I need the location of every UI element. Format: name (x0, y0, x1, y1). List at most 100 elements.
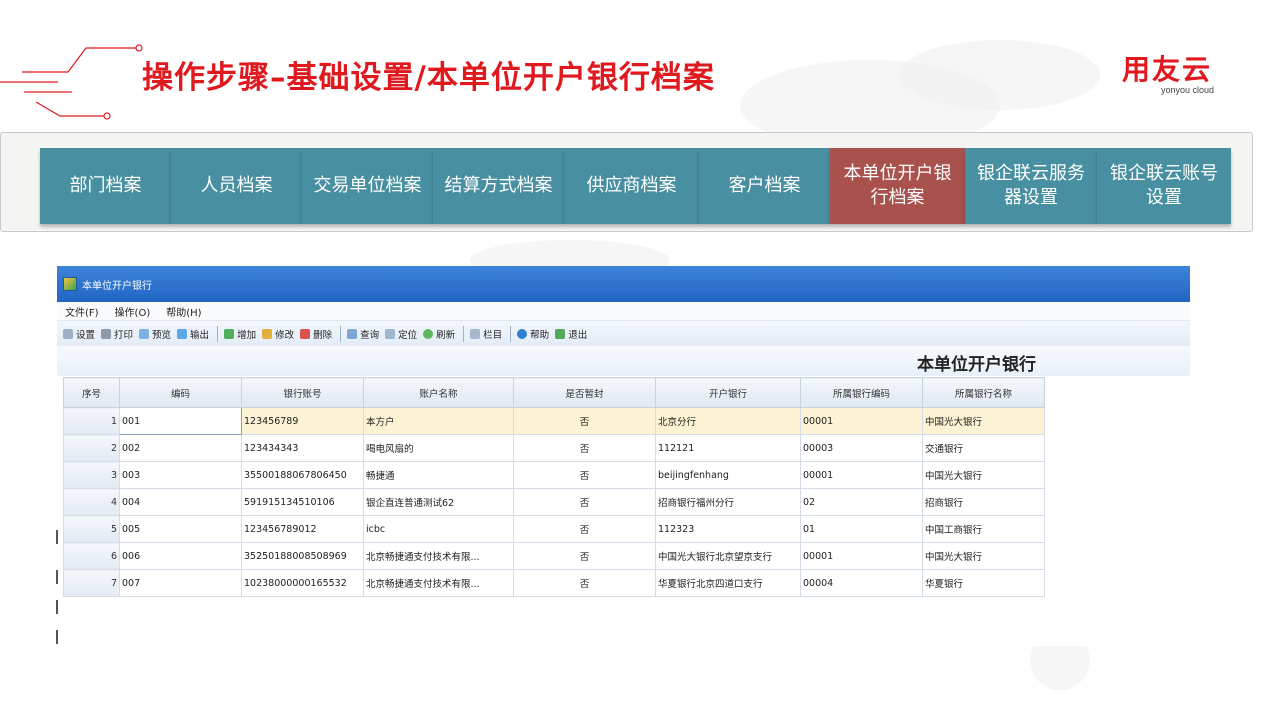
table-cell[interactable]: 交通银行 (922, 434, 1045, 462)
table-cell[interactable]: 00004 (800, 569, 923, 597)
table-cell[interactable]: 否 (513, 515, 656, 543)
tab-own-bank-account[interactable]: 本单位开户银行档案 (830, 148, 965, 224)
tab-department[interactable]: 部门档案 (40, 148, 171, 224)
tab-trading-unit[interactable]: 交易单位档案 (302, 148, 433, 224)
menu-operation[interactable]: 操作(O) (115, 304, 151, 319)
column-header[interactable]: 序号 (63, 377, 120, 408)
table-cell[interactable]: 北京畅捷通支付技术有限... (363, 542, 514, 570)
tab-bank-cloud-account[interactable]: 银企联云账号设置 (1097, 148, 1231, 224)
columns-button[interactable]: 栏目 (470, 327, 502, 341)
table-cell[interactable]: 002 (119, 434, 242, 462)
table-cell[interactable]: 005 (119, 515, 242, 543)
table-cell[interactable]: 否 (513, 434, 656, 462)
print-button[interactable]: 打印 (101, 327, 133, 341)
refresh-button[interactable]: 刷新 (423, 327, 455, 341)
table-row[interactable]: 1 001 123456789 本方户 否 北京分行 00001 中国光大银行 (63, 407, 1045, 435)
edit-icon (262, 329, 273, 339)
table-row[interactable]: 4 004 591915134510106 银企直连普通测试62 否 招商银行福… (63, 488, 1045, 516)
table-cell[interactable]: 00003 (800, 434, 923, 462)
column-header[interactable]: 所属银行名称 (922, 377, 1045, 408)
table-cell[interactable]: 007 (119, 569, 242, 597)
table-cell[interactable]: 中国光大银行北京望京支行 (655, 542, 801, 570)
delete-button[interactable]: 删除 (300, 327, 332, 341)
row-number: 7 (63, 569, 120, 597)
table-cell[interactable]: 001 (119, 407, 242, 435)
locate-button[interactable]: 定位 (385, 327, 417, 341)
table-cell[interactable]: 华夏银行北京四道口支行 (655, 569, 801, 597)
table-cell[interactable]: 中国光大银行 (922, 542, 1045, 570)
table-cell[interactable]: beijingfenhang (655, 461, 801, 489)
table-row[interactable]: 7 007 10238000000165532 北京畅捷通支付技术有限... 否… (63, 569, 1045, 597)
table-row[interactable]: 3 003 35500188067806450 畅捷通 否 beijingfen… (63, 461, 1045, 489)
edit-button[interactable]: 修改 (262, 327, 294, 341)
logo-subtext: yonyou cloud (1160, 85, 1214, 95)
table-cell[interactable]: 否 (513, 488, 656, 516)
add-button[interactable]: 增加 (224, 327, 256, 341)
menu-file[interactable]: 文件(F) (65, 304, 99, 319)
table-cell[interactable]: 喝电风扇的 (363, 434, 514, 462)
table-cell[interactable]: 银企直连普通测试62 (363, 488, 514, 516)
table-cell[interactable]: 35250188008508969 (241, 542, 364, 570)
column-header[interactable]: 所属银行编码 (800, 377, 923, 408)
table-cell[interactable]: 01 (800, 515, 923, 543)
table-cell[interactable]: 北京分行 (655, 407, 801, 435)
help-button[interactable]: 帮助 (517, 327, 549, 341)
table-cell[interactable]: 否 (513, 461, 656, 489)
table-cell[interactable]: 00001 (800, 542, 923, 570)
table-row[interactable]: 6 006 35250188008508969 北京畅捷通支付技术有限... 否… (63, 542, 1045, 570)
table-cell[interactable]: 112323 (655, 515, 801, 543)
column-header[interactable]: 账户名称 (363, 377, 514, 408)
menu-help[interactable]: 帮助(H) (166, 304, 201, 319)
table-cell[interactable]: icbc (363, 515, 514, 543)
tab-customer[interactable]: 客户档案 (699, 148, 830, 224)
tab-personnel[interactable]: 人员档案 (171, 148, 302, 224)
locate-icon (385, 329, 396, 339)
table-cell[interactable]: 00001 (800, 461, 923, 489)
column-header[interactable]: 编码 (119, 377, 242, 408)
table-cell[interactable]: 招商银行 (922, 488, 1045, 516)
table-row[interactable]: 2 002 123434343 喝电风扇的 否 112121 00003 交通银… (63, 434, 1045, 462)
table-cell[interactable]: 112121 (655, 434, 801, 462)
content-area: 本单位开户银行 序号 编码 银行账号 账户名称 是否暂封 开户银行 所属银行编码… (57, 346, 1190, 646)
column-header[interactable]: 银行账号 (241, 377, 364, 408)
settings-button[interactable]: 设置 (63, 327, 95, 341)
table-cell[interactable]: 123456789012 (241, 515, 364, 543)
table-cell[interactable]: 招商银行福州分行 (655, 488, 801, 516)
toolbar: 设置 打印 预览 输出 增加 修改 删除 查询 定位 刷新 栏目 帮助 退出 (57, 321, 1190, 348)
table-cell[interactable]: 中国光大银行 (922, 407, 1045, 435)
window-title: 本单位开户银行 (82, 280, 152, 292)
column-header[interactable]: 开户银行 (655, 377, 801, 408)
tab-supplier[interactable]: 供应商档案 (564, 148, 699, 224)
table-cell[interactable]: 否 (513, 569, 656, 597)
search-button[interactable]: 查询 (347, 327, 379, 341)
table-cell[interactable]: 否 (513, 542, 656, 570)
table-cell[interactable]: 004 (119, 488, 242, 516)
export-button[interactable]: 输出 (177, 327, 209, 341)
table-cell[interactable]: 02 (800, 488, 923, 516)
brand-logo: 用友云 yonyou cloud (1122, 55, 1222, 96)
bank-account-table: 序号 编码 银行账号 账户名称 是否暂封 开户银行 所属银行编码 所属银行名称 … (63, 377, 1045, 597)
page-title: 操作步骤–基础设置/本单位开户银行档案 (142, 60, 715, 96)
exit-button[interactable]: 退出 (555, 327, 587, 341)
table-cell[interactable]: 35500188067806450 (241, 461, 364, 489)
table-cell[interactable]: 华夏银行 (922, 569, 1045, 597)
tab-settlement[interactable]: 结算方式档案 (433, 148, 564, 224)
table-cell[interactable]: 591915134510106 (241, 488, 364, 516)
table-cell[interactable]: 006 (119, 542, 242, 570)
preview-button[interactable]: 预览 (139, 327, 171, 341)
table-cell[interactable]: 00001 (800, 407, 923, 435)
table-cell[interactable]: 123456789 (241, 407, 364, 435)
table-cell[interactable]: 畅捷通 (363, 461, 514, 489)
table-row[interactable]: 5 005 123456789012 icbc 否 112323 01 中国工商… (63, 515, 1045, 543)
table-cell[interactable]: 本方户 (363, 407, 514, 435)
search-icon (347, 329, 358, 339)
table-cell[interactable]: 003 (119, 461, 242, 489)
column-header[interactable]: 是否暂封 (513, 377, 656, 408)
tab-bank-cloud-server[interactable]: 银企联云服务器设置 (965, 148, 1097, 224)
table-cell[interactable]: 中国工商银行 (922, 515, 1045, 543)
table-cell[interactable]: 中国光大银行 (922, 461, 1045, 489)
table-cell[interactable]: 北京畅捷通支付技术有限... (363, 569, 514, 597)
table-cell[interactable]: 123434343 (241, 434, 364, 462)
table-cell[interactable]: 否 (513, 407, 656, 435)
table-cell[interactable]: 10238000000165532 (241, 569, 364, 597)
